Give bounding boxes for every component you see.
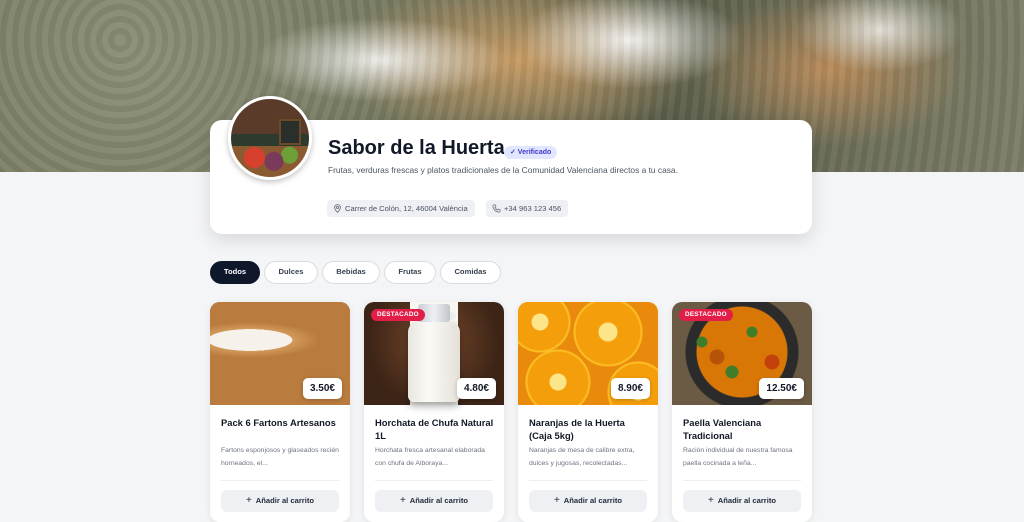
- divider: [683, 480, 801, 481]
- price-tag: 8.90€: [610, 378, 650, 399]
- product-description: Ración individual de nuestra famosa pael…: [683, 447, 793, 467]
- product-title[interactable]: Paella Valenciana Tradicional: [683, 416, 803, 442]
- product-description: Fartons esponjosos y glaseados recién ho…: [221, 447, 339, 467]
- product-description: Horchata fresca artesanal elaborada con …: [375, 447, 485, 467]
- plus-icon: +: [553, 495, 560, 506]
- product-card[interactable]: 8.90€ Naranjas de la Huerta (Caja 5kg) N…: [518, 302, 658, 522]
- divider: [375, 480, 493, 481]
- filter-todos[interactable]: Todos: [210, 261, 260, 284]
- filter-dulces[interactable]: Dulces: [264, 261, 318, 284]
- product-title[interactable]: Pack 6 Fartons Artesanos: [221, 416, 341, 429]
- product-title[interactable]: Horchata de Chufa Natural 1L: [375, 416, 495, 442]
- chalkboard-decoration: [279, 119, 301, 145]
- product-card[interactable]: DESTACADO 4.80€ Horchata de Chufa Natura…: [364, 302, 504, 522]
- add-to-cart-button[interactable]: + Añadir al carrito: [221, 490, 339, 512]
- divider: [221, 480, 339, 481]
- store-name: Sabor de la Huerta: [328, 137, 505, 159]
- plus-icon: +: [245, 495, 252, 506]
- add-to-cart-button[interactable]: + Añadir al carrito: [683, 490, 801, 512]
- filter-bebidas[interactable]: Bebidas: [322, 261, 380, 284]
- filter-comidas[interactable]: Comidas: [440, 261, 501, 284]
- product-card[interactable]: 3.50€ Pack 6 Fartons Artesanos Fartons e…: [210, 302, 350, 522]
- product-description: Naranjas de mesa de calibre extra, dulce…: [529, 447, 635, 467]
- add-to-cart-label: Añadir al carrito: [255, 496, 315, 505]
- add-to-cart-label: Añadir al carrito: [409, 496, 469, 505]
- product-card[interactable]: DESTACADO 12.50€ Paella Valenciana Tradi…: [672, 302, 812, 522]
- featured-badge: DESTACADO: [371, 309, 425, 321]
- price-tag: 4.80€: [456, 378, 496, 399]
- price-tag: 12.50€: [759, 378, 804, 399]
- add-to-cart-label: Añadir al carrito: [563, 496, 623, 505]
- bottle-shape: [408, 322, 460, 402]
- phone-text: +34 963 123 456: [504, 204, 562, 213]
- phone-icon: [492, 204, 501, 213]
- price-tag: 3.50€: [302, 378, 342, 399]
- store-description: Frutas, verduras frescas y platos tradic…: [328, 165, 678, 175]
- plus-icon: +: [399, 495, 406, 506]
- plus-icon: +: [707, 495, 714, 506]
- verified-badge: ✓ Verificado: [504, 146, 558, 159]
- address-text: Carrer de Colón, 12, 46004 València: [345, 204, 468, 213]
- store-avatar: [228, 96, 312, 180]
- featured-badge: DESTACADO: [679, 309, 733, 321]
- divider: [529, 480, 647, 481]
- add-to-cart-button[interactable]: + Añadir al carrito: [529, 490, 647, 512]
- location-pin-icon: [334, 204, 341, 213]
- product-title[interactable]: Naranjas de la Huerta (Caja 5kg): [529, 416, 649, 442]
- filter-frutas[interactable]: Frutas: [384, 261, 436, 284]
- add-to-cart-label: Añadir al carrito: [717, 496, 777, 505]
- add-to-cart-button[interactable]: + Añadir al carrito: [375, 490, 493, 512]
- phone-chip[interactable]: +34 963 123 456: [486, 200, 569, 217]
- address-chip[interactable]: Carrer de Colón, 12, 46004 València: [327, 200, 475, 217]
